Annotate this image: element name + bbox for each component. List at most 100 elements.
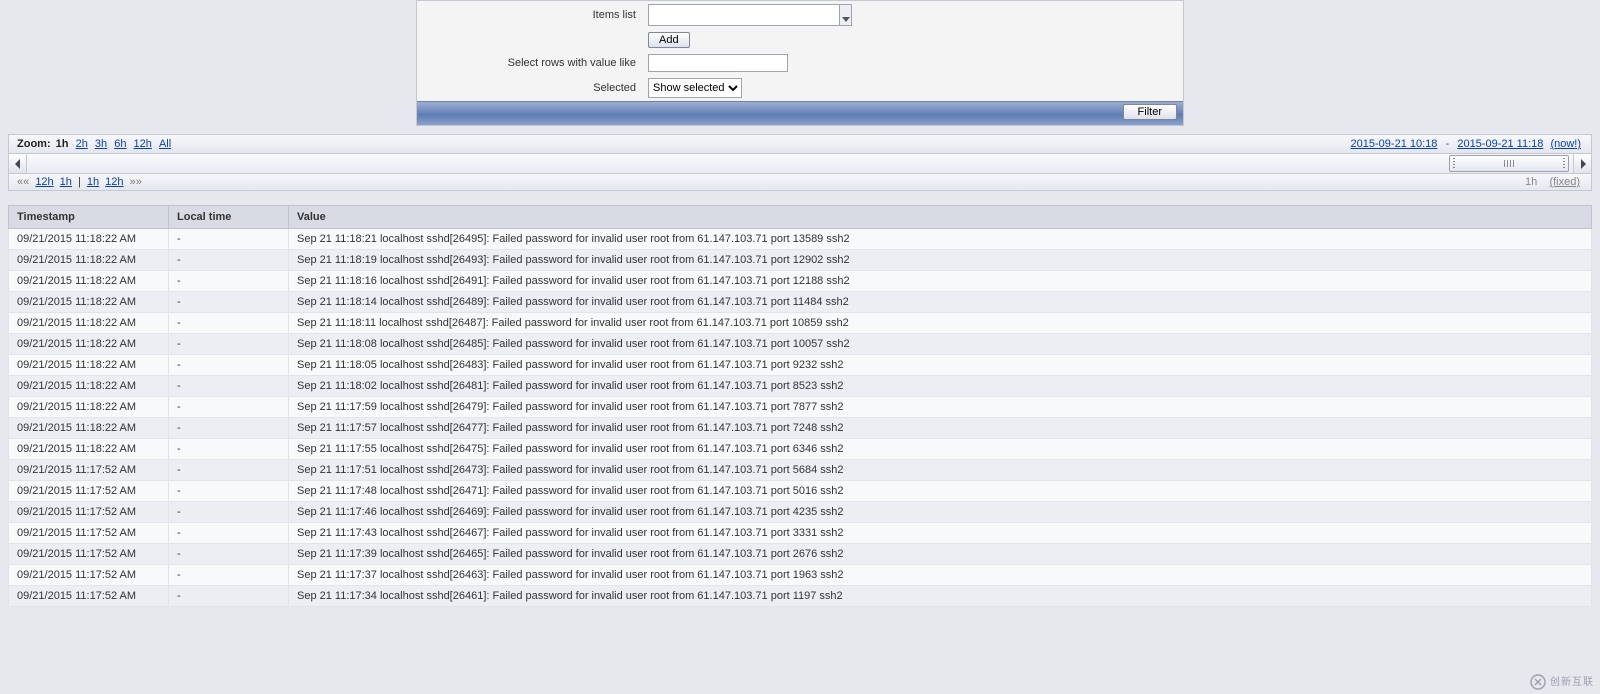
cell-timestamp: 09/21/2015 11:18:22 AM — [9, 229, 169, 250]
cell-timestamp: 09/21/2015 11:17:52 AM — [9, 586, 169, 607]
cell-value: Sep 21 11:17:51 localhost sshd[26473]: F… — [289, 460, 1592, 481]
zoom-3h[interactable]: 3h — [95, 138, 107, 150]
cell-value: Sep 21 11:18:19 localhost sshd[26493]: F… — [289, 250, 1592, 271]
table-row: 09/21/2015 11:17:52 AM-Sep 21 11:17:34 l… — [9, 586, 1592, 607]
cell-localtime: - — [169, 229, 289, 250]
nav-left-dbl-arrow-icon[interactable]: «« — [17, 176, 29, 188]
cell-timestamp: 09/21/2015 11:18:22 AM — [9, 334, 169, 355]
cell-localtime: - — [169, 334, 289, 355]
cell-value: Sep 21 11:17:57 localhost sshd[26477]: F… — [289, 418, 1592, 439]
cell-timestamp: 09/21/2015 11:18:22 AM — [9, 418, 169, 439]
cell-value: Sep 21 11:18:02 localhost sshd[26481]: F… — [289, 376, 1592, 397]
nav-fwd-12h[interactable]: 12h — [105, 176, 123, 188]
items-list-input[interactable] — [648, 4, 840, 26]
cell-localtime: - — [169, 418, 289, 439]
time-slider[interactable] — [8, 154, 1592, 174]
table-row: 09/21/2015 11:18:22 AM-Sep 21 11:18:11 l… — [9, 313, 1592, 334]
add-button[interactable]: Add — [648, 32, 690, 48]
table-row: 09/21/2015 11:17:52 AM-Sep 21 11:17:43 l… — [9, 523, 1592, 544]
slider-right-arrow-icon[interactable] — [1573, 154, 1591, 173]
watermark: 创新互联 — [1530, 673, 1594, 690]
cell-value: Sep 21 11:17:59 localhost sshd[26479]: F… — [289, 397, 1592, 418]
zoom-1h[interactable]: 1h — [56, 138, 69, 150]
cell-localtime: - — [169, 586, 289, 607]
cell-value: Sep 21 11:17:39 localhost sshd[26465]: F… — [289, 544, 1592, 565]
cell-timestamp: 09/21/2015 11:17:52 AM — [9, 565, 169, 586]
table-row: 09/21/2015 11:18:22 AM-Sep 21 11:17:57 l… — [9, 418, 1592, 439]
range-sep: - — [1446, 138, 1450, 150]
cell-timestamp: 09/21/2015 11:18:22 AM — [9, 439, 169, 460]
range-now[interactable]: (now!) — [1550, 138, 1581, 150]
zoom-all[interactable]: All — [159, 138, 171, 150]
col-timestamp[interactable]: Timestamp — [9, 206, 169, 229]
items-list-label: Items list — [417, 1, 642, 29]
cell-localtime: - — [169, 481, 289, 502]
cell-value: Sep 21 11:17:43 localhost sshd[26467]: F… — [289, 523, 1592, 544]
nav-right-dbl-arrow-icon[interactable]: »» — [130, 176, 142, 188]
table-row: 09/21/2015 11:18:22 AM-Sep 21 11:18:05 l… — [9, 355, 1592, 376]
cell-localtime: - — [169, 397, 289, 418]
log-table: Timestamp Local time Value 09/21/2015 11… — [8, 205, 1592, 607]
table-row: 09/21/2015 11:18:22 AM-Sep 21 11:18:08 l… — [9, 334, 1592, 355]
table-row: 09/21/2015 11:17:52 AM-Sep 21 11:17:39 l… — [9, 544, 1592, 565]
table-row: 09/21/2015 11:18:22 AM-Sep 21 11:17:55 l… — [9, 439, 1592, 460]
table-row: 09/21/2015 11:17:52 AM-Sep 21 11:17:46 l… — [9, 502, 1592, 523]
cell-localtime: - — [169, 250, 289, 271]
table-row: 09/21/2015 11:18:22 AM-Sep 21 11:18:02 l… — [9, 376, 1592, 397]
zoom-12h[interactable]: 12h — [134, 138, 152, 150]
cell-value: Sep 21 11:18:11 localhost sshd[26487]: F… — [289, 313, 1592, 334]
cell-value: Sep 21 11:18:21 localhost sshd[26495]: F… — [289, 229, 1592, 250]
cell-value: Sep 21 11:17:48 localhost sshd[26471]: F… — [289, 481, 1592, 502]
cell-value: Sep 21 11:18:05 localhost sshd[26483]: F… — [289, 355, 1592, 376]
selected-dropdown[interactable]: Show selected — [648, 78, 742, 98]
zoom-label: Zoom: — [17, 138, 51, 150]
cell-timestamp: 09/21/2015 11:17:52 AM — [9, 481, 169, 502]
cell-timestamp: 09/21/2015 11:17:52 AM — [9, 544, 169, 565]
zoom-2h[interactable]: 2h — [76, 138, 88, 150]
nav-fwd-1h[interactable]: 1h — [87, 176, 99, 188]
cell-timestamp: 09/21/2015 11:18:22 AM — [9, 397, 169, 418]
col-localtime[interactable]: Local time — [169, 206, 289, 229]
table-row: 09/21/2015 11:17:52 AM-Sep 21 11:17:48 l… — [9, 481, 1592, 502]
cell-value: Sep 21 11:17:37 localhost sshd[26463]: F… — [289, 565, 1592, 586]
filter-button[interactable]: Filter — [1123, 104, 1177, 120]
cell-localtime: - — [169, 439, 289, 460]
table-row: 09/21/2015 11:18:22 AM-Sep 21 11:18:14 l… — [9, 292, 1592, 313]
slider-left-arrow-icon[interactable] — [9, 154, 27, 173]
cell-value: Sep 21 11:17:34 localhost sshd[26461]: F… — [289, 586, 1592, 607]
range-from[interactable]: 2015-09-21 10:18 — [1351, 138, 1438, 150]
cell-timestamp: 09/21/2015 11:18:22 AM — [9, 250, 169, 271]
cell-timestamp: 09/21/2015 11:18:22 AM — [9, 355, 169, 376]
nav-back-1h[interactable]: 1h — [60, 176, 72, 188]
cell-value: Sep 21 11:18:16 localhost sshd[26491]: F… — [289, 271, 1592, 292]
zoom-6h[interactable]: 6h — [114, 138, 126, 150]
cell-value: Sep 21 11:18:14 localhost sshd[26489]: F… — [289, 292, 1592, 313]
nav-current-span: 1h — [1525, 176, 1537, 188]
cell-timestamp: 09/21/2015 11:17:52 AM — [9, 523, 169, 544]
cell-timestamp: 09/21/2015 11:18:22 AM — [9, 313, 169, 334]
cell-localtime: - — [169, 313, 289, 334]
col-value[interactable]: Value — [289, 206, 1592, 229]
select-rows-input[interactable] — [648, 54, 788, 72]
table-row: 09/21/2015 11:18:22 AM-Sep 21 11:18:19 l… — [9, 250, 1592, 271]
cell-localtime: - — [169, 376, 289, 397]
time-nav-bar: «« 12h 1h | 1h 12h »» 1h (fixed) — [8, 174, 1592, 191]
filter-panel: Items list Add Select rows with value li… — [416, 0, 1184, 126]
range-to[interactable]: 2015-09-21 11:18 — [1457, 138, 1543, 150]
nav-back-12h[interactable]: 12h — [35, 176, 53, 188]
filter-footer: Filter — [417, 101, 1183, 125]
nav-fixed-link[interactable]: (fixed) — [1549, 176, 1580, 188]
cell-timestamp: 09/21/2015 11:17:52 AM — [9, 460, 169, 481]
slider-track[interactable] — [27, 154, 1573, 173]
nav-sep: | — [78, 176, 81, 188]
cell-value: Sep 21 11:17:46 localhost sshd[26469]: F… — [289, 502, 1592, 523]
items-list-dropdown-icon[interactable] — [840, 4, 852, 26]
cell-timestamp: 09/21/2015 11:18:22 AM — [9, 376, 169, 397]
slider-handle[interactable] — [1449, 155, 1569, 172]
cell-timestamp: 09/21/2015 11:18:22 AM — [9, 292, 169, 313]
cell-localtime: - — [169, 271, 289, 292]
cell-value: Sep 21 11:17:55 localhost sshd[26475]: F… — [289, 439, 1592, 460]
cell-value: Sep 21 11:18:08 localhost sshd[26485]: F… — [289, 334, 1592, 355]
table-row: 09/21/2015 11:18:22 AM-Sep 21 11:17:59 l… — [9, 397, 1592, 418]
zoom-bar: Zoom: 1h 2h 3h 6h 12h All 2015-09-21 10:… — [8, 134, 1592, 154]
